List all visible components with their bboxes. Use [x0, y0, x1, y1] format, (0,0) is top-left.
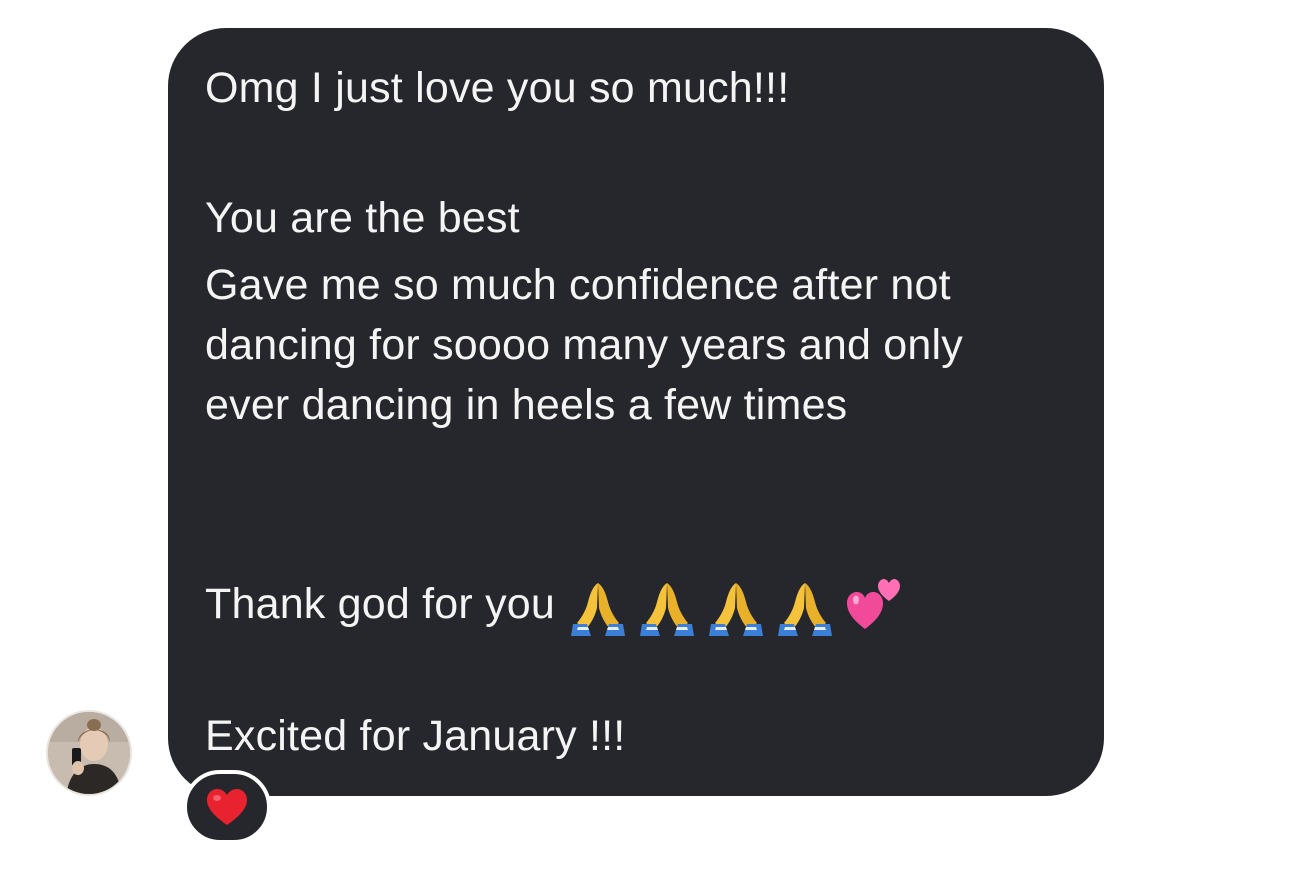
pray-emoji-icon — [776, 580, 834, 637]
user-avatar-icon — [48, 712, 130, 794]
two-hearts-emoji-icon — [845, 575, 903, 633]
message-line-2: You are the best — [205, 194, 520, 242]
pray-emoji-icon — [569, 580, 627, 637]
avatar[interactable] — [46, 710, 132, 796]
message-line-4: dancing for soooo many years and only — [205, 321, 963, 369]
message-line-6: Thank god for you — [205, 580, 556, 628]
reaction-badge[interactable] — [183, 770, 271, 844]
red-heart-icon — [207, 789, 247, 825]
pray-emoji-icon — [707, 580, 765, 637]
pray-emoji-icon — [638, 580, 696, 637]
message-line-5: ever dancing in heels a few times — [205, 381, 848, 429]
message-line-1: Omg I just love you so much!!! — [205, 64, 790, 112]
message-line-3: Gave me so much confidence after not — [205, 261, 951, 309]
message-line-6-row: Thank god for you — [205, 574, 903, 637]
emoji-group — [569, 576, 903, 637]
message-line-7: Excited for January !!! — [205, 712, 626, 760]
